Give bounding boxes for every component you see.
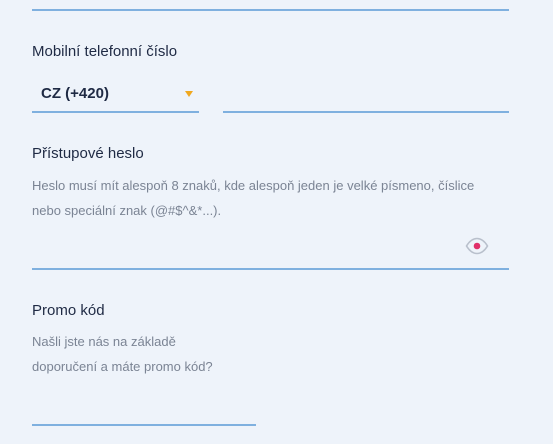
phone-number-input[interactable]	[223, 84, 509, 108]
chevron-down-icon	[185, 91, 193, 97]
password-hint-line-1: Heslo musí mít alespoň 8 znaků, kde ales…	[32, 178, 475, 193]
promo-hint-line-2: doporučení a máte promo kód?	[32, 359, 213, 374]
country-code-value: CZ (+420)	[41, 85, 109, 102]
phone-number-underline	[223, 111, 509, 113]
promo-label: Promo kód	[32, 302, 105, 319]
promo-code-input[interactable]	[32, 397, 256, 421]
password-label: Přístupové heslo	[32, 145, 144, 162]
password-underline	[32, 268, 509, 270]
promo-code-underline	[32, 424, 256, 426]
eye-icon[interactable]	[465, 236, 489, 256]
password-hint-line-2: nebo speciální znak (@#$^&*...).	[32, 203, 222, 218]
phone-label: Mobilní telefonní číslo	[32, 43, 178, 60]
country-code-select[interactable]: CZ (+420)	[32, 78, 199, 112]
password-input[interactable]	[32, 238, 457, 262]
previous-field-underline	[32, 9, 509, 11]
promo-hint-line-1: Našli jste nás na základě	[32, 334, 176, 349]
country-code-underline	[32, 111, 199, 113]
